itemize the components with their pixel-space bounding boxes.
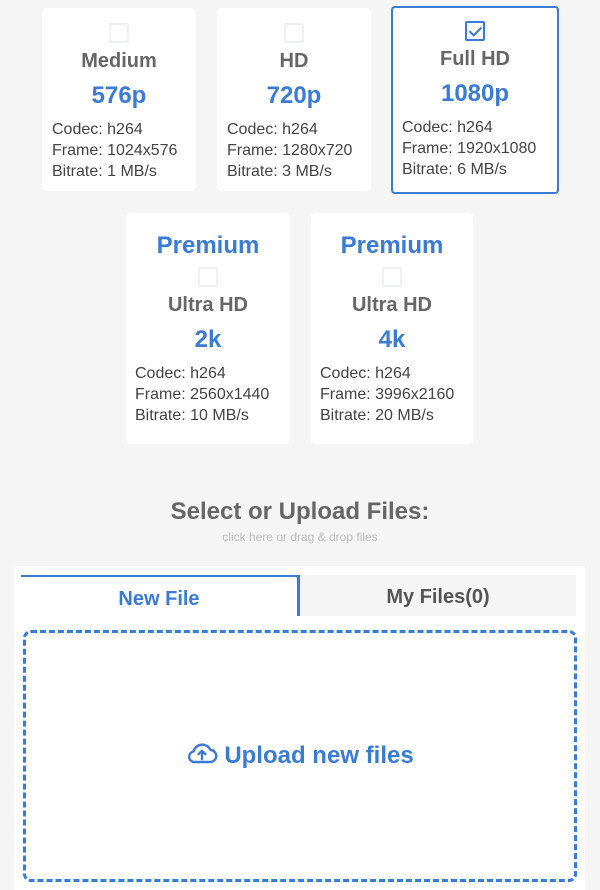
plan-checkbox[interactable]	[109, 23, 129, 43]
plan-frame: Frame: 1024x576	[52, 142, 178, 159]
plan-tier: Full HD	[440, 48, 510, 70]
plan-frame: Frame: 1920x1080	[402, 140, 537, 157]
plan-resolution: 2k	[194, 326, 222, 353]
plan-bitrate: Bitrate: 10 MB/s	[135, 407, 249, 424]
plan-tier: Medium	[81, 50, 157, 72]
plan-bitrate: Bitrate: 20 MB/s	[320, 407, 434, 424]
plan-tier: Ultra HD	[351, 294, 432, 316]
tab-my-files[interactable]: My Files(0)	[300, 575, 576, 616]
plan-frame: Frame: 1280x720	[227, 142, 353, 159]
plan-checkbox-checked[interactable]	[465, 21, 485, 41]
plan-codec: Codec: h264	[227, 121, 318, 138]
upload-new-files-button[interactable]: Upload new files	[186, 741, 414, 772]
drop-zone[interactable]: Upload new files	[23, 630, 577, 882]
plan-card-ultra-hd-2k[interactable]: Premium Ultra HD 2k Codec: h264 Frame: 2…	[126, 213, 290, 444]
upload-panel: New File My Files(0) Upload new files	[14, 566, 585, 890]
plan-resolution: 576p	[91, 82, 147, 109]
plan-frame: Frame: 2560x1440	[135, 386, 270, 403]
plan-resolution: 4k	[378, 326, 406, 353]
plan-bitrate: Bitrate: 6 MB/s	[402, 161, 507, 178]
plan-card-full-hd[interactable]: Full HD 1080p Codec: h264 Frame: 1920x10…	[391, 6, 559, 194]
cloud-upload-icon	[186, 741, 218, 772]
tab-new-file[interactable]: New File	[21, 575, 300, 616]
plan-codec: Codec: h264	[135, 365, 226, 382]
plan-resolution: 1080p	[440, 80, 510, 107]
plan-resolution: 720p	[266, 82, 322, 109]
plan-checkbox[interactable]	[284, 23, 304, 43]
plan-tier: Ultra HD	[167, 294, 248, 316]
section-subtitle[interactable]: click here or drag & drop files	[0, 530, 600, 544]
plan-card-medium[interactable]: Medium 576p Codec: h264 Frame: 1024x576 …	[42, 8, 196, 191]
premium-badge: Premium	[156, 232, 260, 259]
plan-checkbox[interactable]	[382, 267, 402, 287]
plan-tier: HD	[279, 50, 309, 72]
section-title: Select or Upload Files:	[170, 498, 430, 525]
plan-bitrate: Bitrate: 1 MB/s	[52, 163, 157, 180]
plan-codec: Codec: h264	[402, 119, 493, 136]
plan-bitrate: Bitrate: 3 MB/s	[227, 163, 332, 180]
plan-frame: Frame: 3996x2160	[320, 386, 455, 403]
upload-label: Upload new files	[224, 742, 414, 769]
premium-badge: Premium	[340, 232, 444, 259]
plan-checkbox[interactable]	[198, 267, 218, 287]
plan-codec: Codec: h264	[320, 365, 411, 382]
plan-codec: Codec: h264	[52, 121, 143, 138]
plan-card-ultra-hd-4k[interactable]: Premium Ultra HD 4k Codec: h264 Frame: 3…	[311, 213, 473, 444]
plan-card-hd[interactable]: HD 720p Codec: h264 Frame: 1280x720 Bitr…	[217, 8, 371, 191]
